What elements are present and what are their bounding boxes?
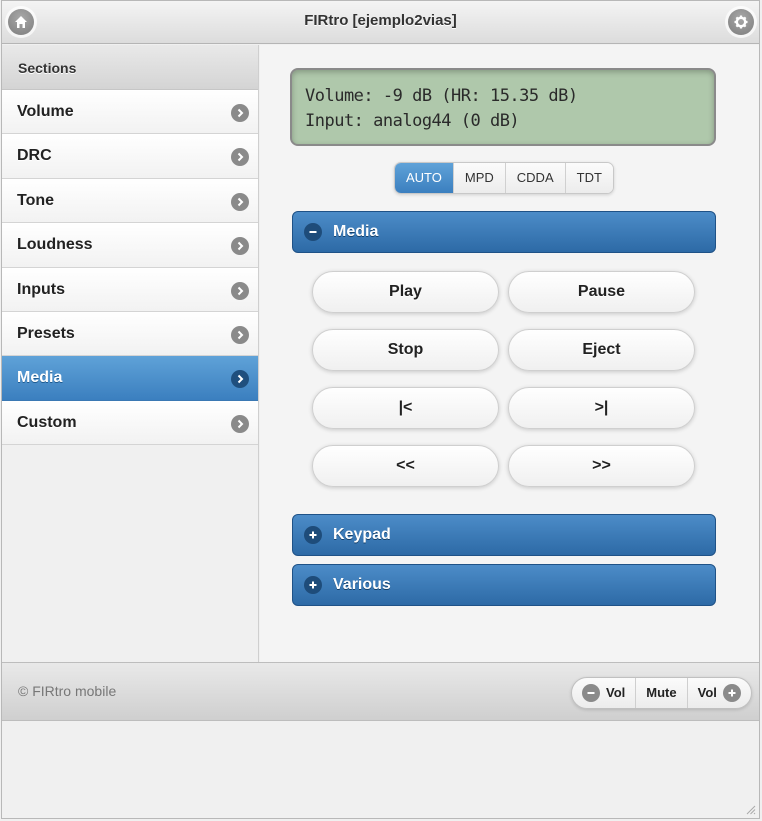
chevron-right-icon bbox=[231, 148, 249, 167]
app-window: FIRtro [ejemplo2vias] Sections Volume DR… bbox=[1, 0, 760, 819]
chevron-right-icon bbox=[231, 281, 249, 300]
sidebar-item-label: DRC bbox=[17, 147, 52, 165]
play-button[interactable]: Play bbox=[312, 271, 499, 313]
volume-down-label: Vol bbox=[606, 685, 626, 700]
sidebar-item-label: Tone bbox=[17, 191, 55, 209]
resize-grip-icon[interactable] bbox=[746, 805, 756, 815]
sidebar: Sections Volume DRC Tone Loudness Inputs… bbox=[2, 45, 259, 662]
sidebar-item-custom[interactable]: Custom bbox=[2, 400, 258, 446]
eject-button[interactable]: Eject bbox=[508, 329, 695, 371]
sidebar-item-media[interactable]: Media bbox=[2, 356, 258, 401]
volume-controls: Vol Mute Vol bbox=[571, 677, 752, 709]
sidebar-item-volume[interactable]: Volume bbox=[2, 90, 258, 135]
footer-bar: © FIRtro mobile Vol Mute Vol bbox=[2, 662, 759, 721]
gear-icon bbox=[734, 15, 748, 29]
sidebar-item-presets[interactable]: Presets bbox=[2, 311, 258, 357]
mute-button[interactable]: Mute bbox=[636, 678, 688, 708]
various-section-header[interactable]: Various bbox=[292, 564, 716, 606]
media-section-label: Media bbox=[333, 223, 379, 240]
chevron-right-icon bbox=[231, 414, 249, 433]
tab-cdda[interactable]: CDDA bbox=[505, 163, 566, 193]
header-bar: FIRtro [ejemplo2vias] bbox=[2, 1, 759, 44]
sidebar-item-tone[interactable]: Tone bbox=[2, 178, 258, 224]
tab-mpd[interactable]: MPD bbox=[453, 163, 506, 193]
sidebar-item-label: Custom bbox=[17, 413, 77, 431]
sidebar-item-loudness[interactable]: Loudness bbox=[2, 223, 258, 268]
rewind-button[interactable]: << bbox=[312, 445, 499, 487]
volume-up-label: Vol bbox=[697, 685, 717, 700]
copyright-text: © FIRtro mobile bbox=[18, 683, 117, 699]
sidebar-item-label: Media bbox=[17, 369, 63, 387]
plus-icon bbox=[304, 526, 322, 544]
tab-auto[interactable]: AUTO bbox=[395, 163, 454, 193]
plus-icon bbox=[722, 684, 741, 702]
sidebar-item-label: Loudness bbox=[17, 236, 93, 254]
main-content: Volume: -9 dB (HR: 15.35 dB) Input: anal… bbox=[260, 45, 759, 662]
next-track-button[interactable]: >| bbox=[508, 387, 695, 429]
input-readout: Input: analog44 (0 dB) bbox=[305, 111, 520, 131]
various-section-label: Various bbox=[333, 576, 391, 593]
source-selector: AUTO MPD CDDA TDT bbox=[394, 162, 614, 194]
sidebar-item-drc[interactable]: DRC bbox=[2, 134, 258, 179]
chevron-right-icon bbox=[231, 237, 249, 256]
sidebar-heading: Sections bbox=[2, 45, 258, 90]
stop-button[interactable]: Stop bbox=[312, 329, 499, 371]
fast-forward-button[interactable]: >> bbox=[508, 445, 695, 487]
sidebar-item-label: Volume bbox=[17, 103, 74, 120]
page-title: FIRtro [ejemplo2vias] bbox=[304, 12, 457, 29]
mute-label: Mute bbox=[646, 685, 677, 700]
pause-button[interactable]: Pause bbox=[508, 271, 695, 313]
sidebar-item-label: Presets bbox=[17, 324, 75, 342]
minus-icon bbox=[304, 223, 322, 241]
status-display: Volume: -9 dB (HR: 15.35 dB) Input: anal… bbox=[290, 68, 716, 146]
volume-up-button[interactable]: Vol bbox=[688, 678, 751, 708]
media-section-header[interactable]: Media bbox=[292, 211, 716, 253]
sidebar-item-label: Inputs bbox=[17, 280, 65, 298]
plus-icon bbox=[304, 576, 322, 594]
volume-readout: Volume: -9 dB (HR: 15.35 dB) bbox=[305, 86, 578, 106]
previous-track-button[interactable]: |< bbox=[312, 387, 499, 429]
keypad-section-header[interactable]: Keypad bbox=[292, 514, 716, 556]
sidebar-item-inputs[interactable]: Inputs bbox=[2, 267, 258, 312]
chevron-right-icon bbox=[231, 370, 249, 389]
chevron-right-icon bbox=[231, 192, 249, 211]
minus-icon bbox=[582, 684, 600, 702]
settings-button[interactable] bbox=[728, 9, 754, 35]
chevron-right-icon bbox=[231, 104, 249, 122]
chevron-right-icon bbox=[231, 325, 249, 344]
volume-down-button[interactable]: Vol bbox=[572, 678, 637, 708]
tab-tdt[interactable]: TDT bbox=[565, 163, 613, 193]
keypad-section-label: Keypad bbox=[333, 526, 391, 543]
